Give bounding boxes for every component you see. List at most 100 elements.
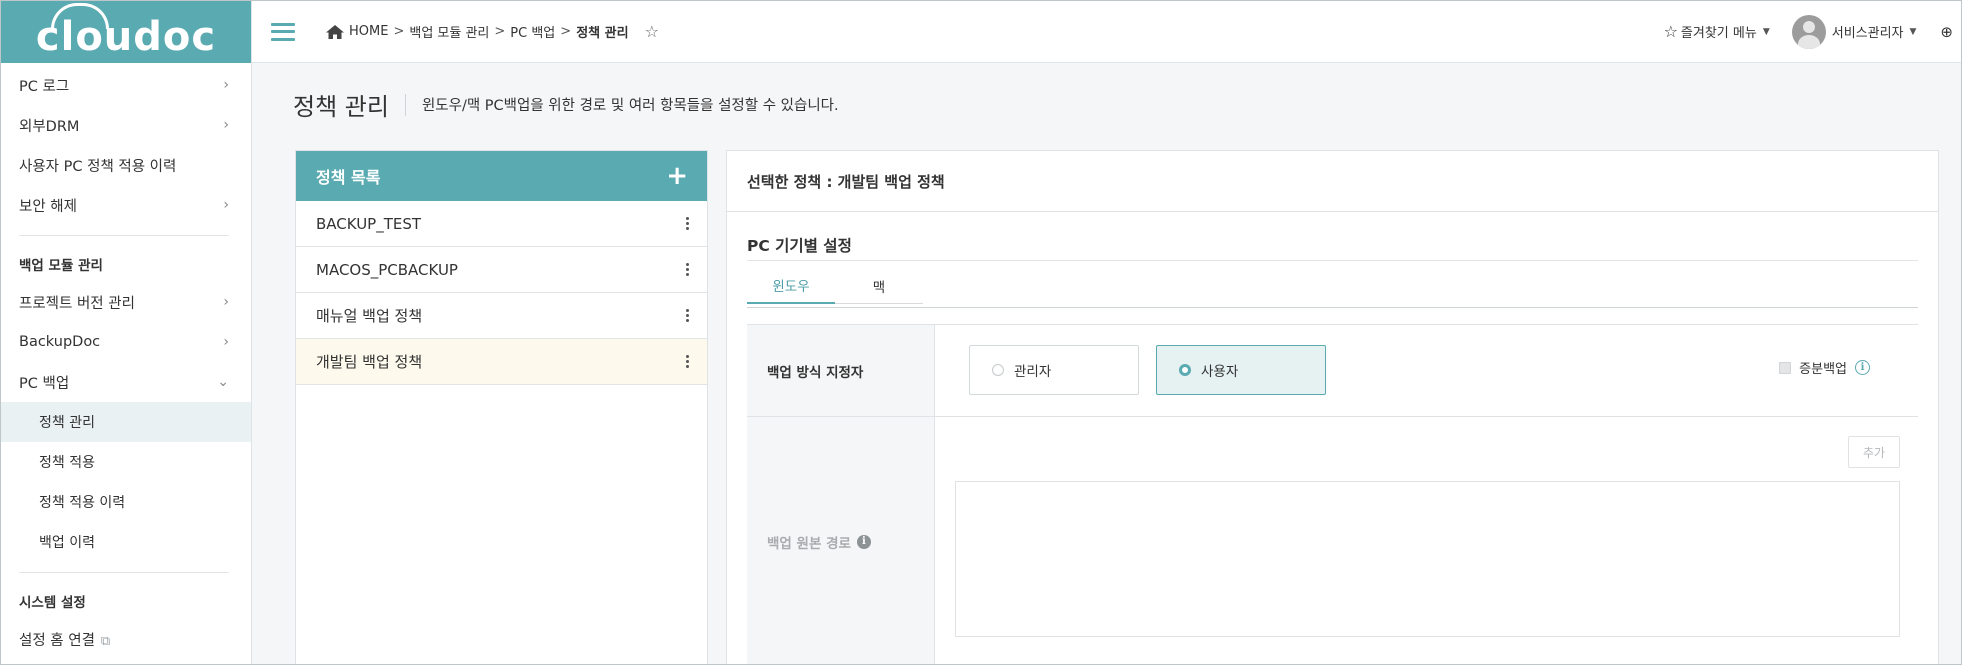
page-title: 정책 관리 (293, 93, 389, 121)
radio-user[interactable]: 사용자 (1156, 345, 1326, 395)
header-divider (404, 93, 406, 116)
backup-method-label: 백업 방식 지정자 (747, 325, 935, 416)
os-tabs: 윈도우 맥 (747, 268, 923, 304)
page-description: 윈도우/맥 PC백업을 위한 경로 및 여러 항목들을 설정할 수 있습니다. (421, 98, 839, 114)
sidebar-item-user-policy-history[interactable]: 사용자 PC 정책 적용 이력 (1, 145, 251, 185)
breadcrumb-pc-backup[interactable]: PC 백업 (510, 22, 555, 41)
sidebar-section-system[interactable]: 시스템 설정 (1, 583, 251, 619)
sidebar-item-label: 프로젝트 버전 관리 (19, 295, 135, 312)
policy-name: 매뉴얼 백업 정책 (316, 307, 423, 325)
source-path-label: 백업 원본 경로 (767, 535, 851, 552)
incremental-backup-label: 증분백업 (1799, 362, 1847, 377)
sidebar-item-external-drm[interactable]: 외부DRM › (1, 105, 251, 145)
add-policy-button[interactable]: + (666, 163, 688, 189)
source-path-content: 추가 (935, 417, 1918, 664)
chevron-down-icon: ⌄ (217, 374, 229, 390)
sidebar-item-pc-backup[interactable]: PC 백업 ⌄ (1, 362, 251, 402)
sidebar-item-home-link[interactable]: 설정 홈 연결 ⧉ (1, 619, 251, 659)
app-frame: cloudoc PC 로그 › 외부DRM › 사용자 PC 정책 적용 이력 … (0, 0, 1962, 665)
policy-list-item[interactable]: BACKUP_TEST (296, 201, 707, 247)
radio-admin-label: 관리자 (1014, 364, 1052, 380)
favorites-menu[interactable]: ☆ 즐겨찾기 메뉴 ▼ (1664, 22, 1770, 41)
breadcrumb-separator: > (494, 24, 506, 39)
sidebar-item-security-release[interactable]: 보안 해제 › (1, 185, 251, 225)
sidebar-subitem-policy-management[interactable]: 정책 관리 (1, 402, 251, 442)
info-icon[interactable]: i (1855, 360, 1870, 375)
device-settings-title: PC 기기별 설정 (747, 237, 852, 255)
chevron-right-icon: › (223, 197, 229, 213)
sidebar-subitem-backup-history[interactable]: 백업 이력 (1, 522, 251, 562)
star-outline-icon: ☆ (1663, 22, 1678, 41)
selected-policy-header: 선택한 정책 : 개발팀 백업 정책 (726, 150, 1939, 212)
page-header: 정책 관리 윈도우/맥 PC백업을 위한 경로 및 여러 항목들을 설정할 수 … (293, 87, 839, 122)
source-path-row: 백업 원본 경로 i 추가 (747, 417, 1918, 664)
more-vertical-icon[interactable] (686, 309, 689, 322)
breadcrumb: HOME > 백업 모듈 관리 > PC 백업 > 정책 관리 ☆ (325, 22, 659, 41)
hamburger-menu-icon[interactable] (271, 22, 295, 41)
sidebar-item-label: PC 백업 (19, 375, 70, 392)
radio-checked-icon (1179, 364, 1191, 376)
selected-policy-label: 선택한 정책 : 개발팀 백업 정책 (747, 172, 945, 191)
sidebar-item-label: 외부DRM (19, 118, 80, 135)
tabs-divider (747, 307, 1918, 308)
policy-list-item-selected[interactable]: 개발팀 백업 정책 (296, 339, 707, 385)
policy-list-title: 정책 목록 (316, 168, 381, 187)
sidebar-section-backup: 백업 모듈 관리 (19, 258, 103, 274)
more-vertical-icon[interactable] (686, 263, 689, 276)
caret-down-icon: ▼ (1762, 26, 1770, 37)
chevron-right-icon: › (223, 77, 229, 93)
sidebar-subitem-policy-apply-history[interactable]: 정책 적용 이력 (1, 482, 251, 522)
sidebar: cloudoc PC 로그 › 외부DRM › 사용자 PC 정책 적용 이력 … (1, 1, 252, 664)
policy-list-header: 정책 목록 + (296, 151, 707, 201)
policy-name: BACKUP_TEST (316, 214, 422, 233)
user-menu[interactable]: 서비스관리자 ▼ (1791, 14, 1917, 49)
main-content: 정책 관리 윈도우/맥 PC백업을 위한 경로 및 여러 항목들을 설정할 수 … (252, 63, 1961, 664)
globe-icon[interactable]: ⊕ (1940, 23, 1953, 41)
avatar (1791, 14, 1826, 49)
radio-unchecked-icon (992, 364, 1004, 376)
policy-list-item[interactable]: 매뉴얼 백업 정책 (296, 293, 707, 339)
home-icon[interactable] (325, 24, 345, 40)
policy-list-panel: 정책 목록 + BACKUP_TEST MACOS_PCBACKUP 매뉴얼 백… (295, 150, 708, 664)
logo[interactable]: cloudoc (1, 1, 251, 63)
caret-down-icon: ▼ (1909, 26, 1917, 37)
tab-windows[interactable]: 윈도우 (747, 268, 835, 304)
source-path-label-cell: 백업 원본 경로 i (747, 417, 935, 664)
breadcrumb-current: 정책 관리 (576, 26, 629, 41)
favorites-label: 즐겨찾기 메뉴 (1680, 26, 1757, 41)
tab-mac[interactable]: 맥 (835, 268, 923, 304)
sidebar-menu: PC 로그 › 외부DRM › 사용자 PC 정책 적용 이력 보안 해제 › … (1, 63, 251, 659)
sidebar-item-label: PC 로그 (19, 78, 70, 95)
policy-list-item[interactable]: MACOS_PCBACKUP (296, 247, 707, 293)
breadcrumb-separator: > (393, 24, 405, 39)
chevron-right-icon: › (223, 294, 229, 310)
radio-user-label: 사용자 (1201, 364, 1239, 380)
user-name: 서비스관리자 (1831, 26, 1904, 41)
sidebar-item-label: 설정 홈 연결 (19, 632, 95, 649)
sidebar-item-label: BackupDoc (19, 334, 101, 350)
add-path-button[interactable]: 추가 (1848, 436, 1900, 468)
source-path-list[interactable] (955, 481, 1900, 637)
incremental-backup-option: 증분백업 i (1779, 358, 1870, 377)
sidebar-subitem-policy-apply[interactable]: 정책 적용 (1, 442, 251, 482)
sidebar-item-pc-log[interactable]: PC 로그 › (1, 65, 251, 105)
chevron-right-icon: › (223, 334, 229, 350)
sidebar-item-project-version[interactable]: 프로젝트 버전 관리 › (1, 282, 251, 322)
backup-method-options: 관리자 사용자 증분백업 i (935, 325, 1918, 416)
section-divider (747, 260, 1918, 261)
more-vertical-icon[interactable] (686, 217, 689, 230)
breadcrumb-home[interactable]: HOME (349, 24, 388, 39)
breadcrumb-backup-module[interactable]: 백업 모듈 관리 (409, 22, 489, 41)
policy-name: 개발팀 백업 정책 (316, 353, 423, 371)
star-outline-icon[interactable]: ☆ (645, 22, 659, 41)
backup-method-row: 백업 방식 지정자 관리자 사용자 증분백업 i (747, 324, 1918, 417)
radio-admin[interactable]: 관리자 (969, 345, 1139, 395)
more-vertical-icon[interactable] (686, 355, 689, 368)
info-icon[interactable]: i (856, 534, 871, 549)
sidebar-item-label: 사용자 PC 정책 적용 이력 (19, 158, 177, 175)
external-link-icon: ⧉ (100, 633, 111, 649)
incremental-backup-checkbox[interactable] (1779, 361, 1792, 374)
sidebar-divider (19, 235, 229, 236)
sidebar-item-backupdoc[interactable]: BackupDoc › (1, 322, 251, 362)
sidebar-divider (19, 572, 229, 573)
